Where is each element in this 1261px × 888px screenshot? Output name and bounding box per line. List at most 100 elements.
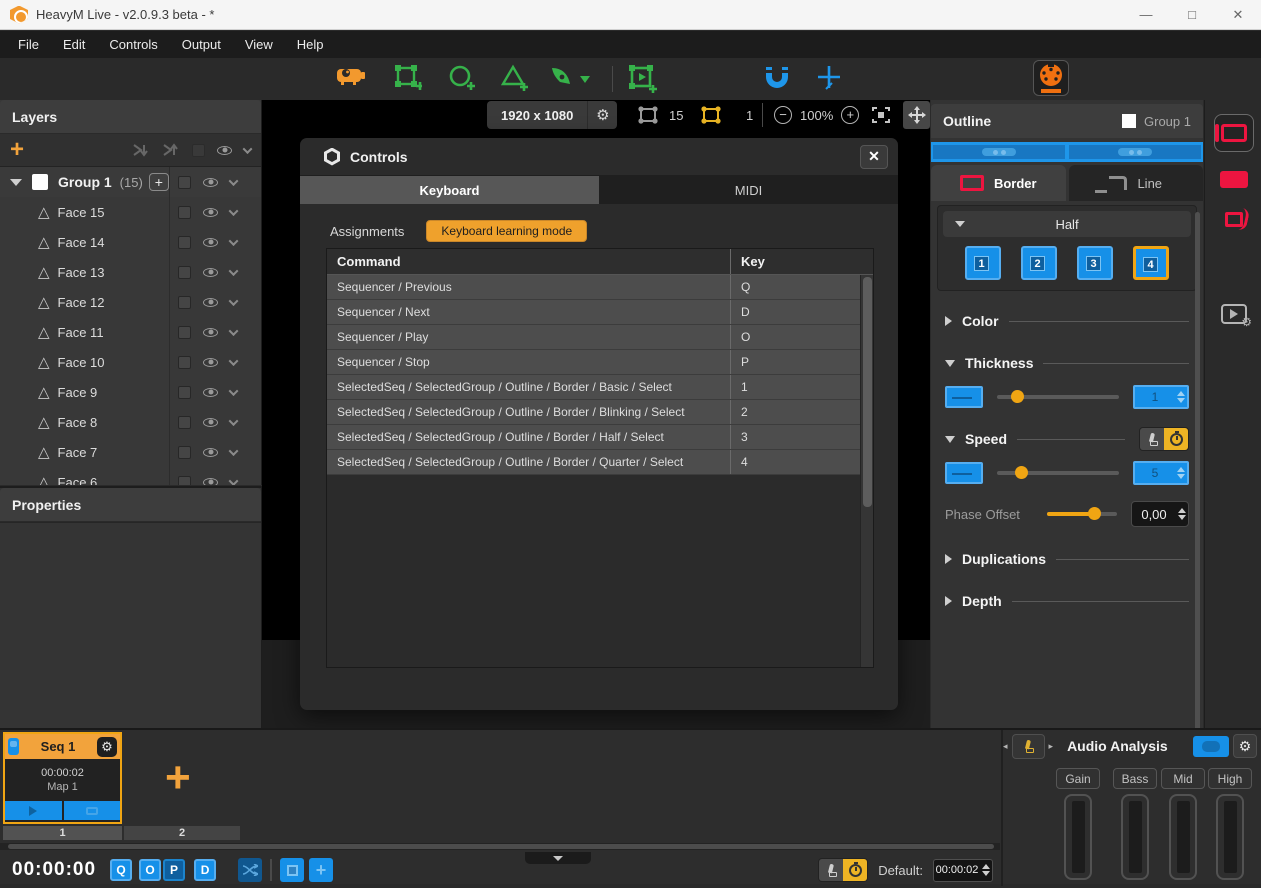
audio-settings-gear-icon[interactable]: ⚙ [1233, 734, 1257, 758]
add-sequence-button[interactable]: + [165, 760, 191, 796]
minimize-button[interactable]: — [1123, 0, 1169, 29]
preset-button-4-selected[interactable]: 4 [1133, 246, 1169, 280]
player-output-tool-icon[interactable] [628, 64, 658, 94]
tab-keyboard[interactable]: Keyboard [300, 176, 599, 204]
border-style-dropdown[interactable]: Half [943, 211, 1191, 237]
phase-offset-spinbox[interactable]: 0,00 [1131, 501, 1189, 527]
face-select-checkbox[interactable] [178, 356, 191, 369]
add-face-to-group-button[interactable]: + [149, 173, 169, 191]
face-chevron-icon[interactable] [229, 416, 239, 426]
sequence-card[interactable]: Seq 1 ⚙ 00:00:02 Map 1 [3, 732, 122, 824]
face-visibility-eye-icon[interactable] [203, 298, 218, 307]
hotkey-q-button[interactable]: Q [110, 859, 132, 881]
layer-row-face6[interactable]: △Face 6 [0, 467, 261, 485]
table-row[interactable]: Sequencer / StopP [327, 350, 873, 375]
visibility-all-eye-icon[interactable] [217, 146, 232, 155]
phase-offset-knob[interactable] [1088, 507, 1101, 520]
face-select-checkbox[interactable] [178, 416, 191, 429]
outline-mode-button[interactable] [1214, 114, 1254, 152]
projector-icon[interactable] [336, 64, 366, 86]
group-checkbox[interactable] [32, 174, 48, 190]
preset-button-3[interactable]: 3 [1077, 246, 1113, 280]
face-visibility-eye-icon[interactable] [203, 208, 218, 217]
controls-dialog-titlebar[interactable]: Controls ✕ [300, 138, 898, 176]
player-settings-button[interactable]: ⚙ [1214, 295, 1254, 333]
table-scrollbar[interactable] [860, 275, 873, 667]
single-view-button[interactable] [280, 858, 304, 882]
speed-manual-pen-button[interactable] [1140, 428, 1164, 450]
speed-spinbox[interactable]: 5 [1133, 461, 1189, 485]
face-select-checkbox[interactable] [178, 206, 191, 219]
face-chevron-icon[interactable] [229, 266, 239, 276]
spin-up-icon[interactable] [982, 864, 990, 869]
thickness-slider[interactable] [997, 395, 1119, 399]
section-speed[interactable]: Speed [945, 431, 1189, 447]
outline-panel-scrollbar[interactable] [1195, 212, 1201, 812]
speed-style-button[interactable] [945, 462, 983, 484]
high-meter[interactable] [1216, 794, 1244, 880]
controls-dialog-close-button[interactable]: ✕ [860, 145, 888, 169]
table-row[interactable]: Sequencer / PreviousQ [327, 275, 873, 300]
audio-pen-button[interactable] [1012, 734, 1045, 759]
preset-button-2[interactable]: 2 [1021, 246, 1057, 280]
face-chevron-icon[interactable] [229, 236, 239, 246]
magnet-snap-icon[interactable] [764, 64, 790, 90]
table-row[interactable]: Sequencer / PlayO [327, 325, 873, 350]
effects-mode-button[interactable] [1214, 200, 1254, 238]
spin-down-icon[interactable] [1177, 474, 1185, 479]
face-select-checkbox[interactable] [178, 446, 191, 459]
move-layer-up-icon[interactable] [162, 143, 180, 157]
mid-meter[interactable] [1169, 794, 1197, 880]
thickness-slider-knob[interactable] [1011, 390, 1024, 403]
preset-button-1[interactable]: 1 [965, 246, 1001, 280]
close-button[interactable]: ✕ [1215, 0, 1261, 29]
midi-panel-button[interactable] [1033, 60, 1069, 96]
face-visibility-eye-icon[interactable] [203, 268, 218, 277]
section-color[interactable]: Color [945, 313, 1189, 329]
face-chevron-icon[interactable] [229, 356, 239, 366]
track-tab-1[interactable]: 1 [3, 826, 122, 840]
default-duration-spinbox[interactable]: 00:00:02 [933, 859, 993, 882]
grid-view-button[interactable]: + [309, 858, 333, 882]
face-select-checkbox[interactable] [178, 266, 191, 279]
face-visibility-eye-icon[interactable] [203, 238, 218, 247]
sequence-segment[interactable] [933, 145, 1065, 159]
menu-help[interactable]: Help [287, 33, 334, 56]
bass-meter[interactable] [1121, 794, 1149, 880]
sequence-preview-bar[interactable] [931, 142, 1203, 162]
maximize-button[interactable]: □ [1169, 0, 1215, 29]
spin-down-icon[interactable] [1178, 515, 1186, 520]
face-chevron-icon[interactable] [229, 476, 239, 485]
spin-up-icon[interactable] [1177, 391, 1185, 396]
layer-row-face13[interactable]: △Face 13 [0, 257, 261, 287]
group-expand-arrow-icon[interactable] [10, 179, 22, 186]
speed-timer-clock-button[interactable] [1164, 428, 1188, 450]
layer-row-face8[interactable]: △Face 8 [0, 407, 261, 437]
face-visibility-eye-icon[interactable] [203, 388, 218, 397]
face-select-checkbox[interactable] [178, 326, 191, 339]
hotkey-d-button[interactable]: D [194, 859, 216, 881]
table-row[interactable]: SelectedSeq / SelectedGroup / Outline / … [327, 450, 873, 475]
face-select-checkbox[interactable] [178, 296, 191, 309]
add-layer-button[interactable]: + [10, 140, 24, 160]
menu-output[interactable]: Output [172, 33, 231, 56]
duration-manual-pen-button[interactable] [819, 859, 843, 881]
sequence-settings-gear-icon[interactable]: ⚙ [97, 737, 117, 757]
timeline-scrollbar[interactable] [0, 843, 1000, 850]
pen-tool-icon[interactable] [548, 64, 574, 90]
sequence-segment[interactable] [1069, 145, 1201, 159]
fill-mode-button[interactable] [1214, 160, 1254, 198]
spin-up-icon[interactable] [1177, 467, 1185, 472]
column-header-command[interactable]: Command [327, 249, 731, 274]
move-layer-down-icon[interactable] [132, 143, 150, 157]
fit-view-button[interactable] [868, 103, 893, 127]
section-depth[interactable]: Depth [945, 593, 1189, 609]
face-chevron-icon[interactable] [229, 296, 239, 306]
group-select-checkbox[interactable] [178, 176, 191, 189]
shuffle-button[interactable] [238, 858, 262, 882]
select-all-checkbox[interactable] [192, 144, 205, 157]
tab-midi[interactable]: MIDI [599, 176, 898, 204]
add-triangle-tool-icon[interactable] [500, 64, 528, 92]
sequence-card-header[interactable]: Seq 1 ⚙ [5, 734, 120, 759]
tab-border[interactable]: Border [931, 165, 1066, 201]
